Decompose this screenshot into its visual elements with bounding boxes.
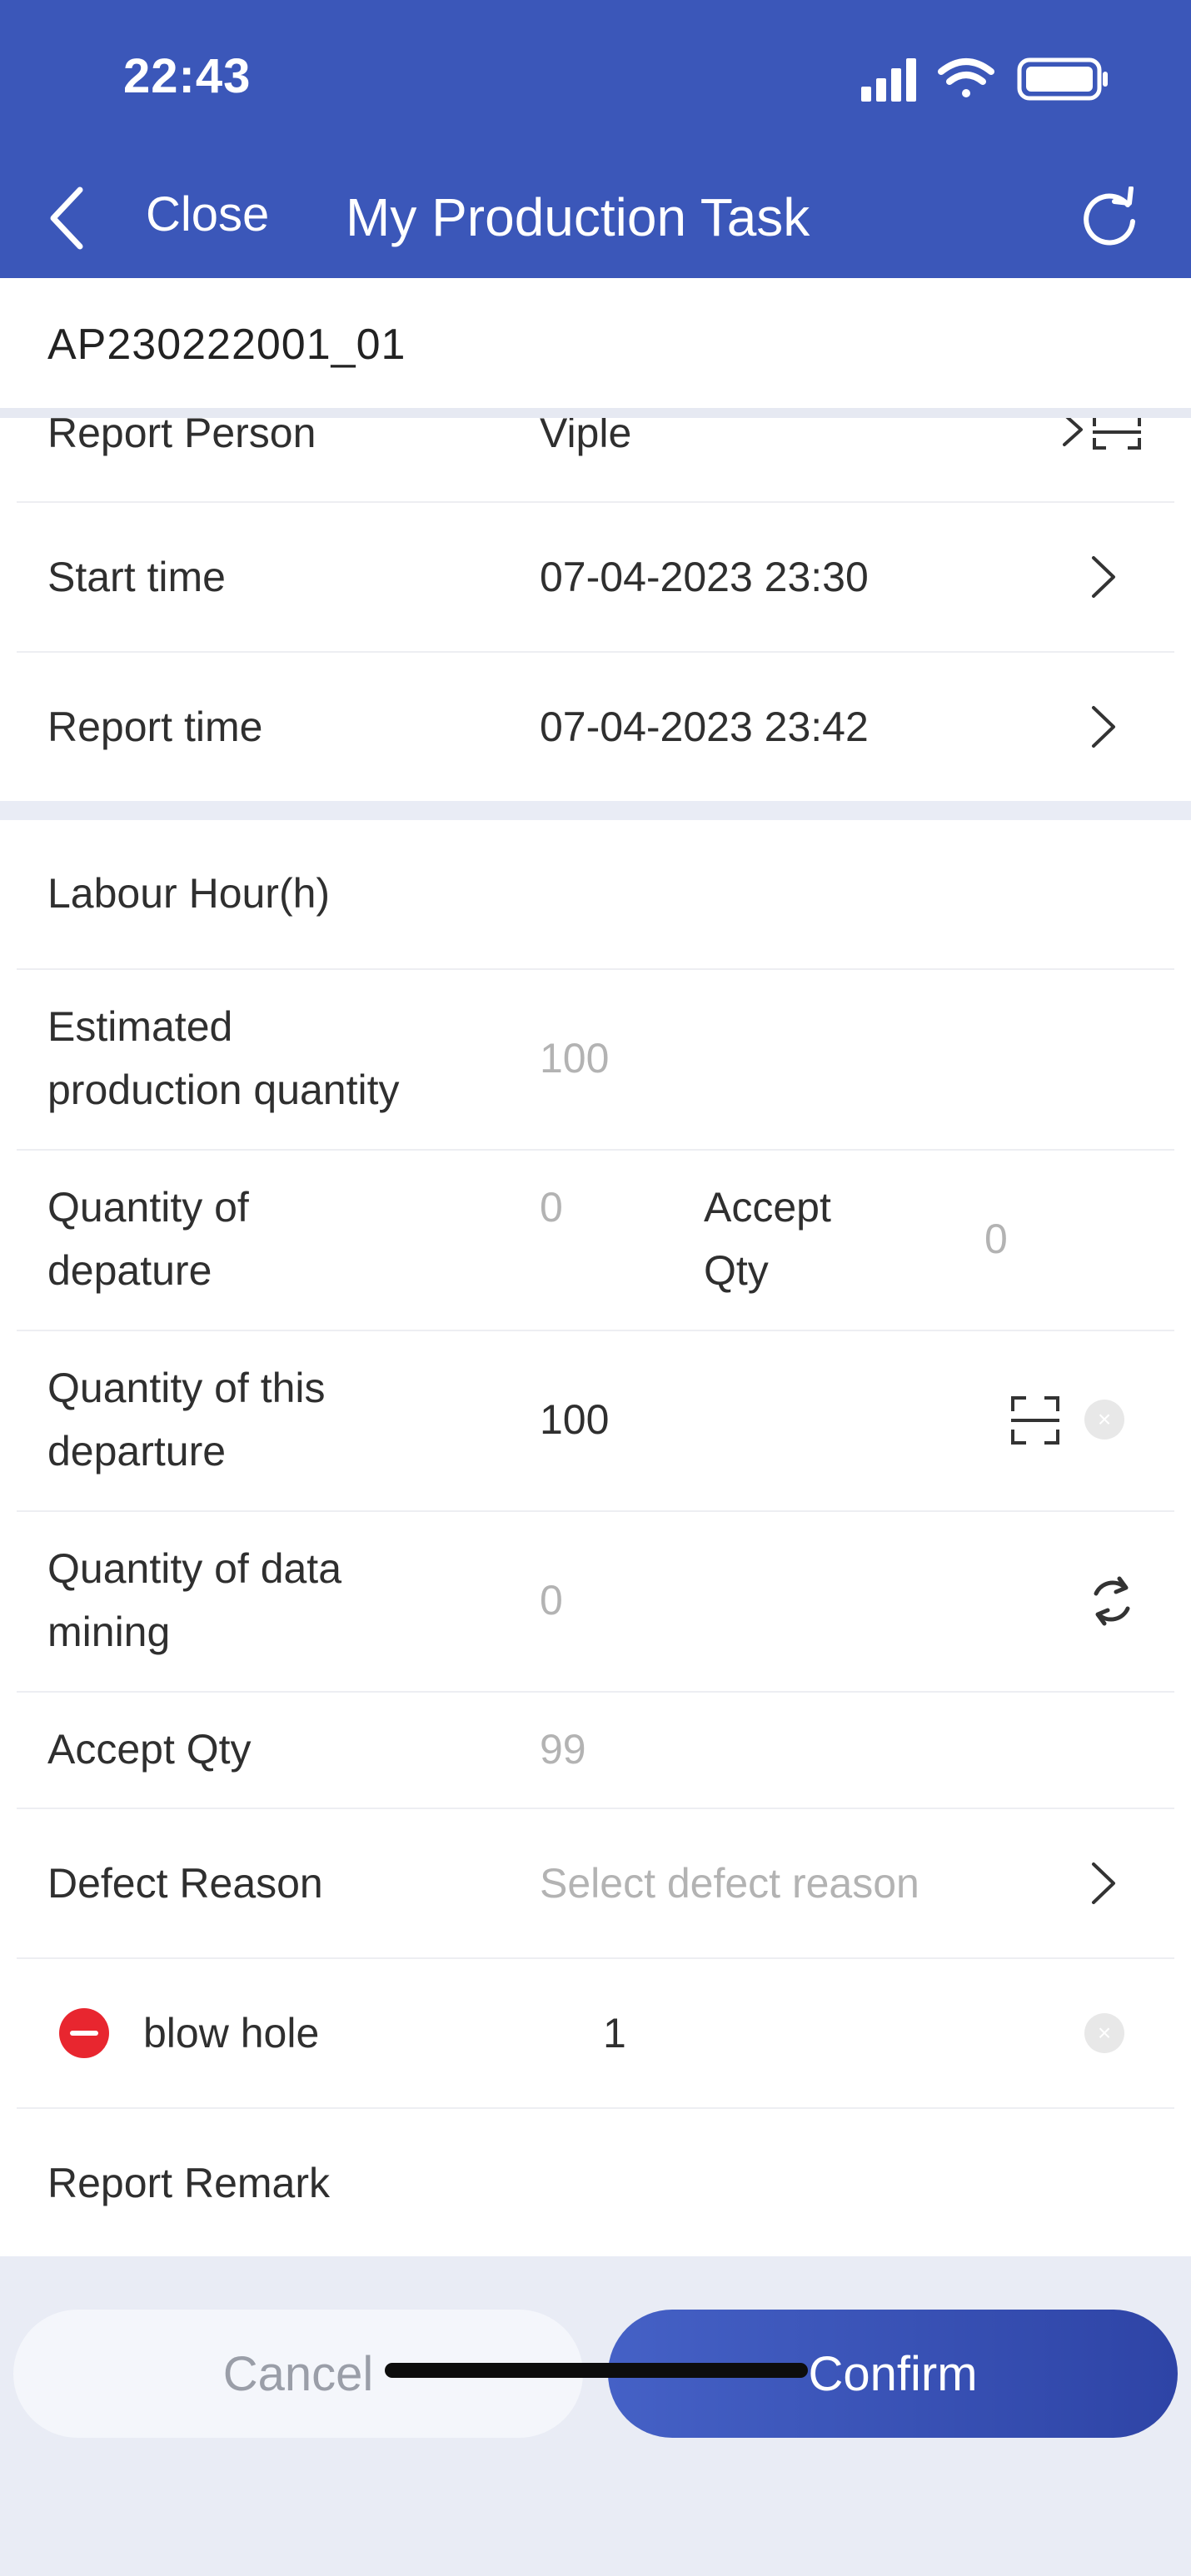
defect-reason-placeholder: Select defect reason (540, 1860, 919, 1907)
data-mining-quantity-label: Quantity of data mining (47, 1545, 342, 1655)
this-departure-quantity-input[interactable]: 100 (540, 1388, 609, 1451)
close-button[interactable]: Close (146, 186, 269, 242)
start-time-label: Start time (47, 554, 226, 600)
data-mining-quantity-value: 0 (540, 1577, 563, 1624)
header-divider (0, 408, 1191, 418)
start-time-value: 07-04-2023 23:30 (540, 554, 869, 600)
report-info-card: Report Person Viple Start time 07-04-202… (0, 418, 1191, 801)
labour-hour-label: Labour Hour(h) (47, 870, 331, 917)
back-button[interactable] (42, 158, 92, 278)
wifi-icon (938, 58, 994, 97)
report-remark-label: Report Remark (47, 2160, 330, 2206)
clear-icon[interactable]: × (1084, 2013, 1124, 2053)
defect-reason-label: Defect Reason (47, 1860, 323, 1907)
this-departure-quantity-row: Quantity of this departure 100 × (0, 1331, 1191, 1510)
report-time-label: Report time (47, 704, 263, 750)
clear-icon[interactable]: × (1084, 1400, 1124, 1440)
scan-icon[interactable] (1009, 1395, 1061, 1446)
report-time-value: 07-04-2023 23:42 (540, 704, 869, 750)
labour-hour-row[interactable]: Labour Hour(h) (0, 820, 1191, 968)
report-person-value: Viple (540, 418, 632, 456)
nav-bar: Close My Production Task (0, 158, 1191, 278)
defect-quantity-input[interactable]: 1 (603, 2002, 626, 2065)
chevron-right-icon (1092, 706, 1115, 748)
chevron-right-icon (1063, 418, 1083, 446)
departure-accept-label: Accept Qty (704, 1184, 831, 1294)
chevron-left-icon (50, 186, 83, 250)
this-departure-quantity-label: Quantity of this departure (47, 1365, 326, 1474)
defect-name: blow hole (143, 2010, 320, 2056)
chevron-right-icon (1092, 1862, 1115, 1904)
remove-icon[interactable] (58, 2007, 110, 2059)
chevron-right-icon (1092, 556, 1115, 598)
task-code: AP230222001_01 (47, 321, 406, 369)
battery-icon (1017, 57, 1108, 101)
report-time-row[interactable]: Report time 07-04-2023 23:42 (0, 653, 1191, 801)
departure-quantity-row: Quantity of depature 0 Accept Qty 0 (0, 1151, 1191, 1330)
home-indicator[interactable] (385, 2363, 808, 2378)
defect-item: blow hole 1 × (0, 1959, 1191, 2107)
scan-icon[interactable] (1091, 418, 1143, 451)
estimated-quantity-row: Estimated production quantity 100 (0, 970, 1191, 1149)
estimated-quantity-value: 100 (540, 1035, 610, 1082)
estimated-quantity-label: Estimated production quantity (47, 1003, 400, 1113)
task-code-header: AP230222001_01 (0, 278, 1191, 411)
refresh-icon[interactable] (1078, 186, 1141, 250)
report-remark-row[interactable]: Report Remark (0, 2109, 1191, 2256)
quantity-form-card: Labour Hour(h) Estimated production quan… (0, 820, 1191, 2256)
page-title: My Production Task (346, 187, 810, 247)
status-icons (861, 57, 1108, 102)
departure-accept-value: 0 (984, 1216, 1008, 1262)
departure-quantity-value: 0 (540, 1184, 563, 1231)
status-time: 22:43 (123, 49, 252, 103)
accept-quantity-row: Accept Qty 99 (0, 1693, 1191, 1808)
signal-icon (861, 58, 916, 102)
report-person-row[interactable]: Report Person Viple (0, 418, 1191, 503)
status-bar: 22:43 (0, 0, 1191, 158)
sync-icon[interactable] (1086, 1575, 1138, 1627)
departure-quantity-label: Quantity of depature (47, 1184, 249, 1294)
accept-quantity-value: 99 (540, 1726, 586, 1773)
defect-reason-row[interactable]: Defect Reason Select defect reason (0, 1809, 1191, 1957)
data-mining-quantity-row: Quantity of data mining 0 (0, 1512, 1191, 1691)
report-person-label: Report Person (47, 418, 316, 456)
action-bar: Cancel Confirm (0, 2256, 1191, 2576)
accept-quantity-label: Accept Qty (47, 1726, 252, 1773)
start-time-row[interactable]: Start time 07-04-2023 23:30 (0, 503, 1191, 651)
